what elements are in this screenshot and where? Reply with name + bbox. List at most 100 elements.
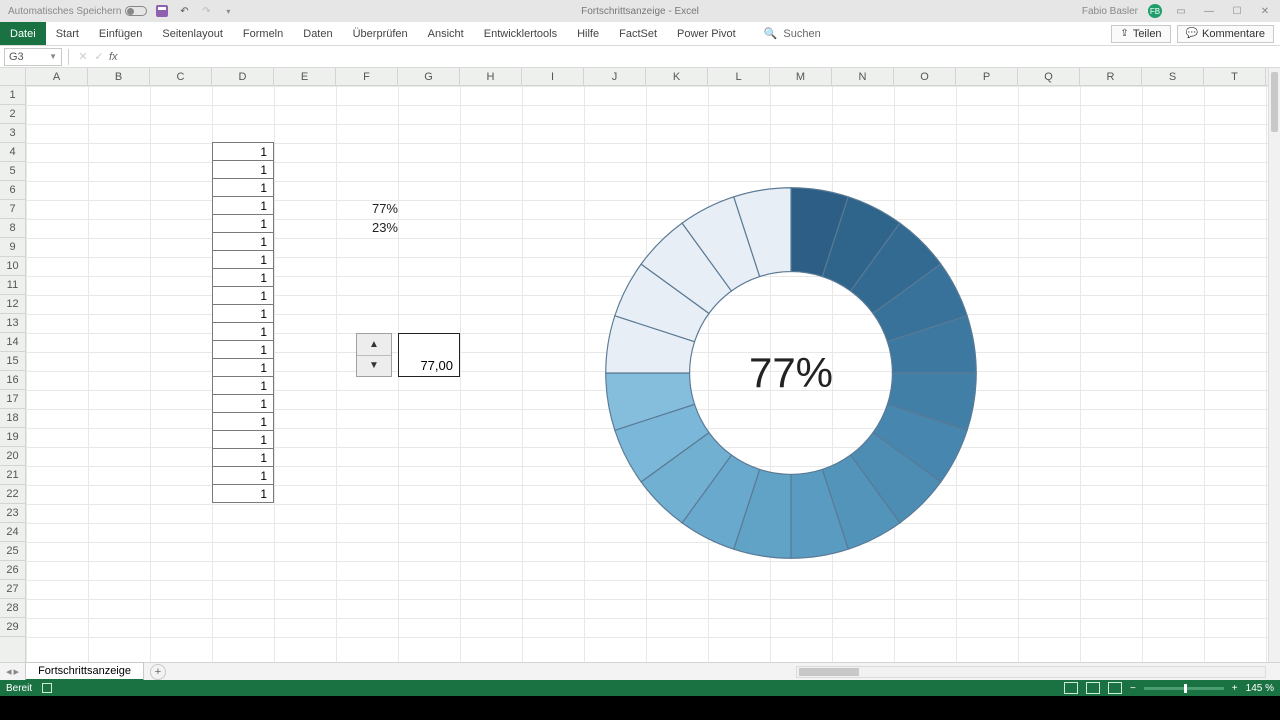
sheet-nav-next[interactable]: ▸	[14, 665, 20, 678]
cell-filled-percent[interactable]: 77%	[336, 201, 398, 216]
cell-remaining-percent[interactable]: 23%	[336, 220, 398, 235]
col-header-A[interactable]: A	[26, 68, 88, 85]
data-column-d[interactable]: 11111111111111111111	[212, 143, 274, 503]
cell-d6[interactable]: 1	[212, 178, 274, 197]
tab-powerpivot[interactable]: Power Pivot	[667, 22, 746, 45]
row-header-9[interactable]: 9	[0, 238, 25, 257]
spinner-down-button[interactable]: ▼	[357, 356, 391, 377]
tab-insert[interactable]: Einfügen	[89, 22, 152, 45]
row-header-28[interactable]: 28	[0, 599, 25, 618]
undo-button[interactable]: ↶	[177, 4, 191, 18]
row-headers[interactable]: 1234567891011121314151617181920212223242…	[0, 86, 26, 662]
cell-d7[interactable]: 1	[212, 196, 274, 215]
row-header-19[interactable]: 19	[0, 428, 25, 447]
cell-d12[interactable]: 1	[212, 286, 274, 305]
tab-file[interactable]: Datei	[0, 22, 46, 45]
row-header-23[interactable]: 23	[0, 504, 25, 523]
view-pagelayout-button[interactable]	[1086, 682, 1100, 694]
col-header-C[interactable]: C	[150, 68, 212, 85]
row-header-8[interactable]: 8	[0, 219, 25, 238]
col-header-T[interactable]: T	[1204, 68, 1266, 85]
col-header-R[interactable]: R	[1080, 68, 1142, 85]
redo-button[interactable]: ↷	[199, 4, 213, 18]
share-button[interactable]: ⇪Teilen	[1111, 25, 1170, 43]
spinner-up-button[interactable]: ▲	[357, 334, 391, 356]
spinner-value-cell[interactable]: 77,00	[398, 333, 460, 377]
cell-d4[interactable]: 1	[212, 142, 274, 161]
zoom-slider[interactable]	[1144, 687, 1224, 690]
row-header-5[interactable]: 5	[0, 162, 25, 181]
cancel-formula-button[interactable]: ✕	[75, 50, 91, 63]
col-header-S[interactable]: S	[1142, 68, 1204, 85]
cell-d15[interactable]: 1	[212, 340, 274, 359]
formula-input[interactable]	[118, 48, 1280, 66]
tab-start[interactable]: Start	[46, 22, 89, 45]
confirm-formula-button[interactable]: ✓	[91, 50, 107, 63]
user-avatar[interactable]: FB	[1148, 4, 1162, 18]
col-header-J[interactable]: J	[584, 68, 646, 85]
row-header-6[interactable]: 6	[0, 181, 25, 200]
select-all-corner[interactable]	[0, 68, 26, 86]
row-header-21[interactable]: 21	[0, 466, 25, 485]
col-header-G[interactable]: G	[398, 68, 460, 85]
col-header-P[interactable]: P	[956, 68, 1018, 85]
zoom-level[interactable]: 145 %	[1246, 683, 1274, 694]
tab-formulas[interactable]: Formeln	[233, 22, 293, 45]
row-header-13[interactable]: 13	[0, 314, 25, 333]
horizontal-scrollbar[interactable]	[796, 666, 1266, 678]
row-header-12[interactable]: 12	[0, 295, 25, 314]
col-header-M[interactable]: M	[770, 68, 832, 85]
cell-d9[interactable]: 1	[212, 232, 274, 251]
tab-data[interactable]: Daten	[293, 22, 342, 45]
row-header-16[interactable]: 16	[0, 371, 25, 390]
cell-d19[interactable]: 1	[212, 412, 274, 431]
row-header-26[interactable]: 26	[0, 561, 25, 580]
tab-factset[interactable]: FactSet	[609, 22, 667, 45]
col-header-D[interactable]: D	[212, 68, 274, 85]
customize-qat-button[interactable]: ▾	[221, 4, 235, 18]
cell-d11[interactable]: 1	[212, 268, 274, 287]
row-header-4[interactable]: 4	[0, 143, 25, 162]
row-header-25[interactable]: 25	[0, 542, 25, 561]
row-header-2[interactable]: 2	[0, 105, 25, 124]
cell-d5[interactable]: 1	[212, 160, 274, 179]
zoom-in-button[interactable]: +	[1232, 683, 1238, 694]
col-header-O[interactable]: O	[894, 68, 956, 85]
cell-d8[interactable]: 1	[212, 214, 274, 233]
maximize-button[interactable]: ☐	[1228, 4, 1246, 18]
col-header-I[interactable]: I	[522, 68, 584, 85]
fx-icon[interactable]: fx	[109, 51, 118, 63]
row-header-3[interactable]: 3	[0, 124, 25, 143]
col-header-K[interactable]: K	[646, 68, 708, 85]
col-header-L[interactable]: L	[708, 68, 770, 85]
row-header-27[interactable]: 27	[0, 580, 25, 599]
progress-donut-chart[interactable]: 77%	[596, 178, 986, 568]
row-header-10[interactable]: 10	[0, 257, 25, 276]
col-header-Q[interactable]: Q	[1018, 68, 1080, 85]
add-sheet-button[interactable]: +	[150, 664, 166, 680]
row-header-20[interactable]: 20	[0, 447, 25, 466]
worksheet-grid[interactable]: ABCDEFGHIJKLMNOPQRST 1234567891011121314…	[0, 68, 1280, 662]
cell-d14[interactable]: 1	[212, 322, 274, 341]
minimize-button[interactable]: —	[1200, 4, 1218, 18]
col-header-E[interactable]: E	[274, 68, 336, 85]
row-header-1[interactable]: 1	[0, 86, 25, 105]
row-header-15[interactable]: 15	[0, 352, 25, 371]
col-header-B[interactable]: B	[88, 68, 150, 85]
row-header-24[interactable]: 24	[0, 523, 25, 542]
tell-me-search[interactable]: 🔍 Suchen	[764, 22, 821, 45]
tab-developer[interactable]: Entwicklertools	[474, 22, 567, 45]
cell-d21[interactable]: 1	[212, 448, 274, 467]
col-header-N[interactable]: N	[832, 68, 894, 85]
close-button[interactable]: ✕	[1256, 4, 1274, 18]
autosave-toggle[interactable]: Automatisches Speichern	[8, 6, 147, 17]
sheet-nav-prev[interactable]: ◂	[6, 665, 12, 678]
row-header-22[interactable]: 22	[0, 485, 25, 504]
zoom-out-button[interactable]: −	[1130, 683, 1136, 694]
col-header-F[interactable]: F	[336, 68, 398, 85]
cell-d18[interactable]: 1	[212, 394, 274, 413]
comments-button[interactable]: 💬Kommentare	[1177, 25, 1274, 43]
tab-review[interactable]: Überprüfen	[343, 22, 418, 45]
row-header-18[interactable]: 18	[0, 409, 25, 428]
cell-d10[interactable]: 1	[212, 250, 274, 269]
